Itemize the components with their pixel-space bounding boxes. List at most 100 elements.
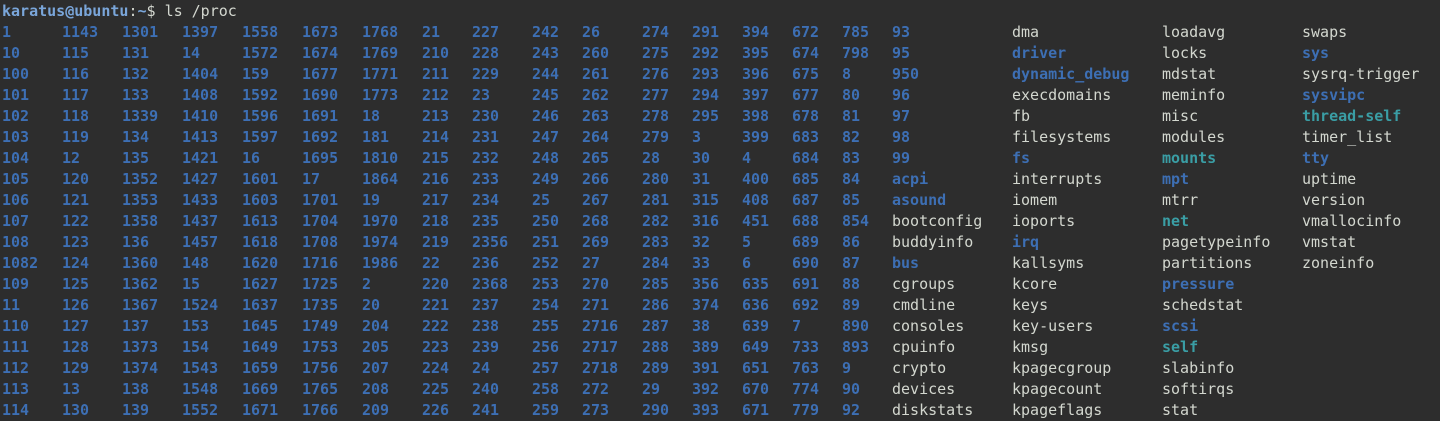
file-entry: stat [1162,401,1199,419]
directory-entry: 227 [472,23,500,41]
directory-entry: 1374 [122,359,159,377]
directory-entry: 80 [842,86,861,104]
directory-entry: 392 [692,380,720,398]
directory-entry: 207 [362,359,390,377]
directory-entry: 273 [582,401,610,419]
directory-entry: 92 [842,401,861,419]
directory-entry: 671 [742,401,770,419]
listing-column: 21 210 211 212 213 214 215 216 217 218 219 22 220 221… [422,22,449,421]
directory-entry: 687 [792,191,820,209]
directory-entry: 1613 [242,212,279,230]
directory-entry: 890 [842,317,870,335]
directory-entry: 2368 [472,275,509,293]
directory-entry: 262 [582,86,610,104]
file-entry: execdomains [1012,86,1112,104]
directory-entry: 1597 [242,128,279,146]
directory-entry: 21 [422,23,441,41]
directory-entry: 1708 [302,233,339,251]
directory-entry: 774 [792,380,820,398]
directory-entry: 3 [692,128,702,146]
directory-entry: 236 [472,254,500,272]
directory-entry: 154 [182,338,210,356]
directory-entry: sys [1302,44,1330,62]
directory-entry: 2718 [582,359,619,377]
directory-entry: 265 [582,149,610,167]
directory-entry: 103 [2,128,30,146]
directory-entry: 229 [472,65,500,83]
directory-entry: 252 [532,254,560,272]
directory-entry: 129 [62,359,90,377]
directory-entry: 109 [2,275,30,293]
directory-entry: 1753 [302,338,339,356]
directory-entry: 1433 [182,191,219,209]
symlink-entry: net [1162,212,1190,230]
directory-entry: 97 [892,107,911,125]
directory-entry: 134 [122,128,150,146]
directory-entry: 241 [472,401,500,419]
directory-entry: 1645 [242,317,279,335]
file-entry: partitions [1162,254,1253,272]
directory-entry: 689 [792,233,820,251]
directory-entry: 246 [532,107,560,125]
directory-entry: driver [1012,44,1067,62]
directory-entry: 269 [582,233,610,251]
directory-entry: 99 [892,149,911,167]
directory-entry: 218 [422,212,450,230]
file-entry: version [1302,191,1366,209]
directory-entry: 22 [422,254,441,272]
directory-entry: 100 [2,65,30,83]
directory-entry: 120 [62,170,90,188]
directory-entry: 294 [692,86,720,104]
directory-entry: 1773 [362,86,399,104]
directory-entry: 17 [302,170,321,188]
directory-entry: 98 [892,128,911,146]
directory-entry: 1603 [242,191,279,209]
directory-entry: 15 [182,275,201,293]
directory-entry: 101 [2,86,30,104]
file-entry: pagetypeinfo [1162,233,1271,251]
file-entry: interrupts [1012,170,1103,188]
directory-entry: 131 [122,44,150,62]
directory-entry: 290 [642,401,670,419]
directory-entry: 20 [362,296,381,314]
directory-entry: 235 [472,212,500,230]
directory-entry: 635 [742,275,770,293]
file-entry: schedstat [1162,296,1244,314]
directory-entry: 90 [842,380,861,398]
directory-entry: 135 [122,149,150,167]
directory-entry: 9 [842,359,852,377]
directory-entry: 1810 [362,149,399,167]
directory-entry: 1408 [182,86,219,104]
directory-entry: 276 [642,65,670,83]
directory-entry: 108 [2,233,30,251]
directory-entry: 230 [472,107,500,125]
file-entry: keys [1012,296,1049,314]
directory-entry: 128 [62,338,90,356]
directory-entry: 234 [472,191,500,209]
file-entry: mdstat [1162,65,1217,83]
directory-entry: 1427 [182,170,219,188]
directory-entry: 798 [842,44,870,62]
directory-entry: 286 [642,296,670,314]
directory-entry: 121 [62,191,90,209]
directory-entry: 268 [582,212,610,230]
directory-entry: 408 [742,191,770,209]
directory-entry: 1986 [362,254,399,272]
directory-entry: 251 [532,233,560,251]
directory-entry: 288 [642,338,670,356]
directory-entry: 116 [62,65,90,83]
directory-entry: 133 [122,86,150,104]
directory-entry: 1659 [242,359,279,377]
terminal-window[interactable]: karatus@ubuntu:~$ ls /proc 1 10 100 101 102 1… [0,0,1440,421]
listing-column: 1 10 100 101 102 103 104 105 106 107 108 1082 109 11 1… [2,22,38,421]
directory-entry: 225 [422,380,450,398]
directory-entry: 283 [642,233,670,251]
directory-entry: 1413 [182,128,219,146]
directory-entry: 399 [742,128,770,146]
file-entry: devices [892,380,956,398]
directory-entry: 1558 [242,23,279,41]
directory-entry: 24 [472,359,491,377]
directory-entry: 1596 [242,107,279,125]
directory-entry: 1704 [302,212,339,230]
directory-entry: 247 [532,128,560,146]
